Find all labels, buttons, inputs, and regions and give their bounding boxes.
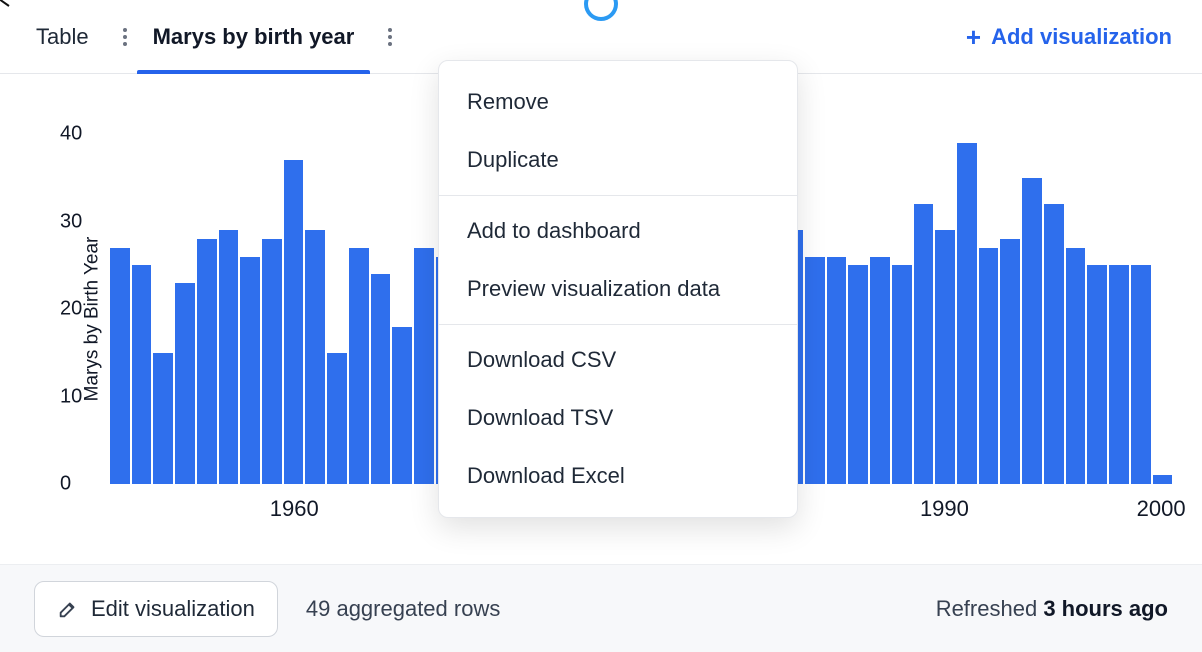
menu-separator [439,195,797,196]
chart-bar [870,257,890,485]
menu-separator [439,324,797,325]
plus-icon: + [966,24,981,50]
menu-item-remove[interactable]: Remove [439,73,797,131]
chart-bar [349,248,369,484]
chart-bar [110,248,130,484]
chart-bar [197,239,217,484]
edit-icon [57,598,79,620]
chart-bar [392,327,412,485]
chart-bar [848,265,868,484]
y-tick: 10 [60,385,82,408]
chart-bar [262,239,282,484]
menu-item-download-csv[interactable]: Download CSV [439,331,797,389]
chart-bar [1044,204,1064,484]
chart-bar [1131,265,1151,484]
tab-label: Marys by birth year [153,24,355,50]
chart-bar [371,274,391,484]
edit-visualization-button[interactable]: Edit visualization [34,581,278,637]
refreshed-prefix: Refreshed [936,596,1044,621]
chart-bar [305,230,325,484]
chart-bar [1109,265,1129,484]
y-tick: 40 [60,123,82,146]
add-visualization-button[interactable]: + Add visualization [966,24,1182,50]
y-tick: 30 [60,210,82,233]
chart-bar [284,160,304,484]
x-tick: 1960 [270,496,319,522]
menu-item-duplicate[interactable]: Duplicate [439,131,797,189]
tab-visualization[interactable]: Marys by birth year [137,0,371,73]
chart-bar [327,353,347,484]
chart-bar [153,353,173,484]
rows-info: 49 aggregated rows [306,596,500,622]
tab-table[interactable]: Table [20,0,105,73]
corner-decoration [0,0,20,20]
chart-bar [219,230,239,484]
menu-item-add-to-dashboard[interactable]: Add to dashboard [439,202,797,260]
visualization-context-menu: Remove Duplicate Add to dashboard Previe… [438,60,798,518]
chart-bar [414,248,434,484]
chart-bar [240,257,260,485]
chart-bar [957,143,977,484]
tab-visualization-menu-icon[interactable] [378,17,402,57]
chart-bar [892,265,912,484]
x-tick: 2000 [1137,496,1186,522]
chart-bar [175,283,195,484]
menu-item-download-excel[interactable]: Download Excel [439,447,797,505]
chart-bar [1000,239,1020,484]
chart-bar [827,257,847,485]
chart-bar [1022,178,1042,484]
y-tick: 20 [60,298,82,321]
chart-bar [935,230,955,484]
tab-table-menu-icon[interactable] [113,17,137,57]
chart-bar [1153,475,1173,484]
edit-visualization-label: Edit visualization [91,596,255,622]
chart-bar [1066,248,1086,484]
menu-item-preview-data[interactable]: Preview visualization data [439,260,797,318]
refreshed-time: 3 hours ago [1043,596,1168,621]
chart-bar [1087,265,1107,484]
chart-bar [979,248,999,484]
add-visualization-label: Add visualization [991,24,1172,50]
y-tick: 0 [60,473,71,496]
refreshed-info: Refreshed 3 hours ago [936,596,1168,622]
tab-label: Table [36,24,89,50]
menu-item-download-tsv[interactable]: Download TSV [439,389,797,447]
y-axis-label: Marys by Birth Year [81,237,103,402]
x-tick: 1990 [920,496,969,522]
footer-bar: Edit visualization 49 aggregated rows Re… [0,564,1202,652]
chart-bar [805,257,825,485]
chart-bar [132,265,152,484]
chart-bar [914,204,934,484]
